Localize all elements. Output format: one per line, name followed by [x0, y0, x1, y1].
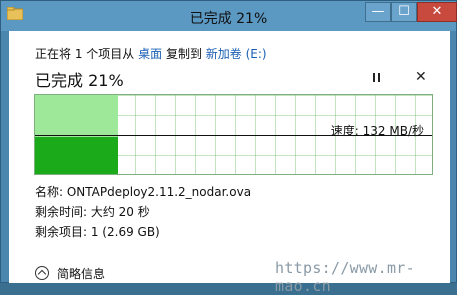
- copy-prefix: 正在将 1 个项目从: [35, 47, 135, 61]
- destination-link[interactable]: 新加卷 (E:): [206, 47, 267, 61]
- title-bar[interactable]: 已完成 21% — ☐ ✕: [1, 1, 457, 31]
- pause-button[interactable]: [370, 71, 384, 85]
- minimize-button[interactable]: —: [365, 2, 391, 22]
- stop-icon: ✕: [415, 69, 427, 85]
- copy-description: 正在将 1 个项目从 桌面 复制到 新加卷 (E:): [35, 45, 267, 62]
- percent-complete-label: 已完成 21%: [35, 71, 124, 90]
- transfer-speed-graph: 速度: 132 MB/秒: [34, 94, 433, 175]
- stop-button[interactable]: ✕: [415, 69, 427, 85]
- pause-icon-bar: [378, 73, 380, 82]
- watermark: https://www.mr-mao.cn: [275, 259, 415, 295]
- pause-icon: [373, 73, 375, 82]
- fewer-details-button[interactable]: 简略信息: [35, 263, 105, 283]
- speed-label: 速度: 132 MB/秒: [330, 124, 424, 138]
- file-name: 名称: ONTAPdeploy2.11.2_nodar.ova: [35, 185, 252, 199]
- copy-middle: 复制到: [165, 47, 202, 61]
- source-link[interactable]: 桌面: [138, 47, 162, 61]
- maximize-button[interactable]: ☐: [391, 2, 417, 22]
- fewer-details-label: 简略信息: [57, 266, 106, 281]
- dialog-body: 正在将 1 个项目从 桌面 复制到 新加卷 (E:) 已完成 21% ✕ 速度:…: [9, 31, 450, 283]
- close-button[interactable]: ✕: [417, 2, 457, 22]
- close-icon: ✕: [431, 4, 443, 19]
- speed-fill: [35, 136, 119, 174]
- time-remaining: 剩余时间: 大约 20 秒: [35, 205, 150, 219]
- items-remaining: 剩余项目: 1 (2.69 GB): [35, 225, 160, 239]
- copy-progress-window: 已完成 21% — ☐ ✕ 正在将 1 个项目从 桌面 复制到 新加卷 (E:)…: [0, 0, 457, 295]
- maximize-icon: ☐: [398, 4, 410, 19]
- minimize-icon: —: [371, 4, 385, 19]
- chevron-up-icon: [35, 266, 49, 280]
